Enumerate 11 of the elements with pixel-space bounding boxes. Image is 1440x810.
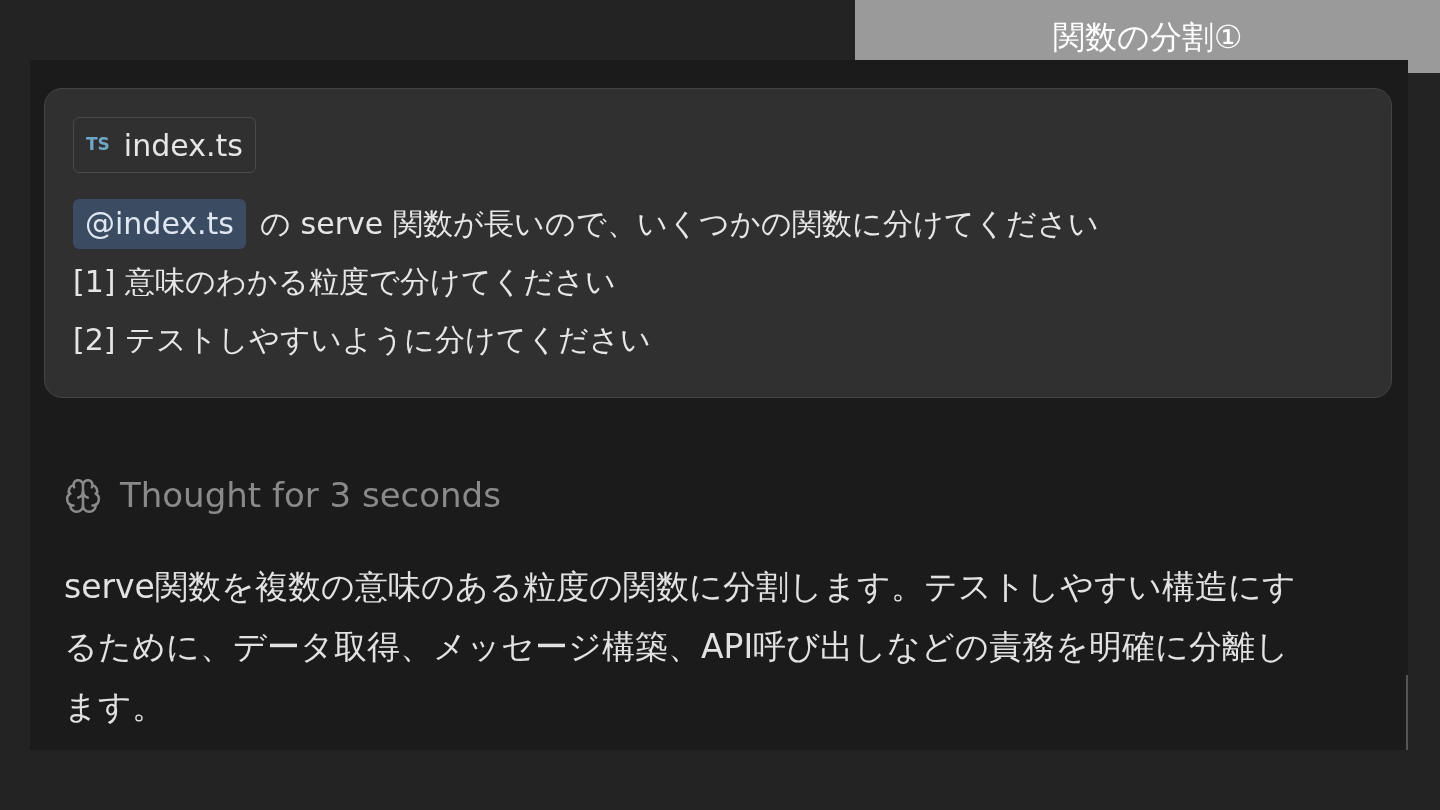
message-text: [1] 意味のわかる粒度で分けてください: [73, 263, 617, 301]
scrollbar-thumb[interactable]: [1406, 675, 1408, 750]
file-name: index.ts: [123, 126, 243, 165]
message-text: の serve 関数が長いので、いくつかの関数に分けてください: [260, 205, 1099, 243]
response-text: serve関数を複数の意味のある粒度の関数に分割します。テストしやすい構造にするために、データ取得、メッセージ構築、API呼び出しなどの責務を明確に分離します。: [64, 566, 1297, 728]
file-type-label: TS: [86, 133, 110, 157]
file-chip[interactable]: TS index.ts: [73, 117, 256, 173]
message-text: [2] テストしやすいように分けてください: [73, 321, 652, 359]
mention-chip[interactable]: @index.ts: [73, 199, 246, 249]
thought-status[interactable]: Thought for 3 seconds: [120, 470, 501, 521]
brain-icon: [64, 476, 102, 515]
